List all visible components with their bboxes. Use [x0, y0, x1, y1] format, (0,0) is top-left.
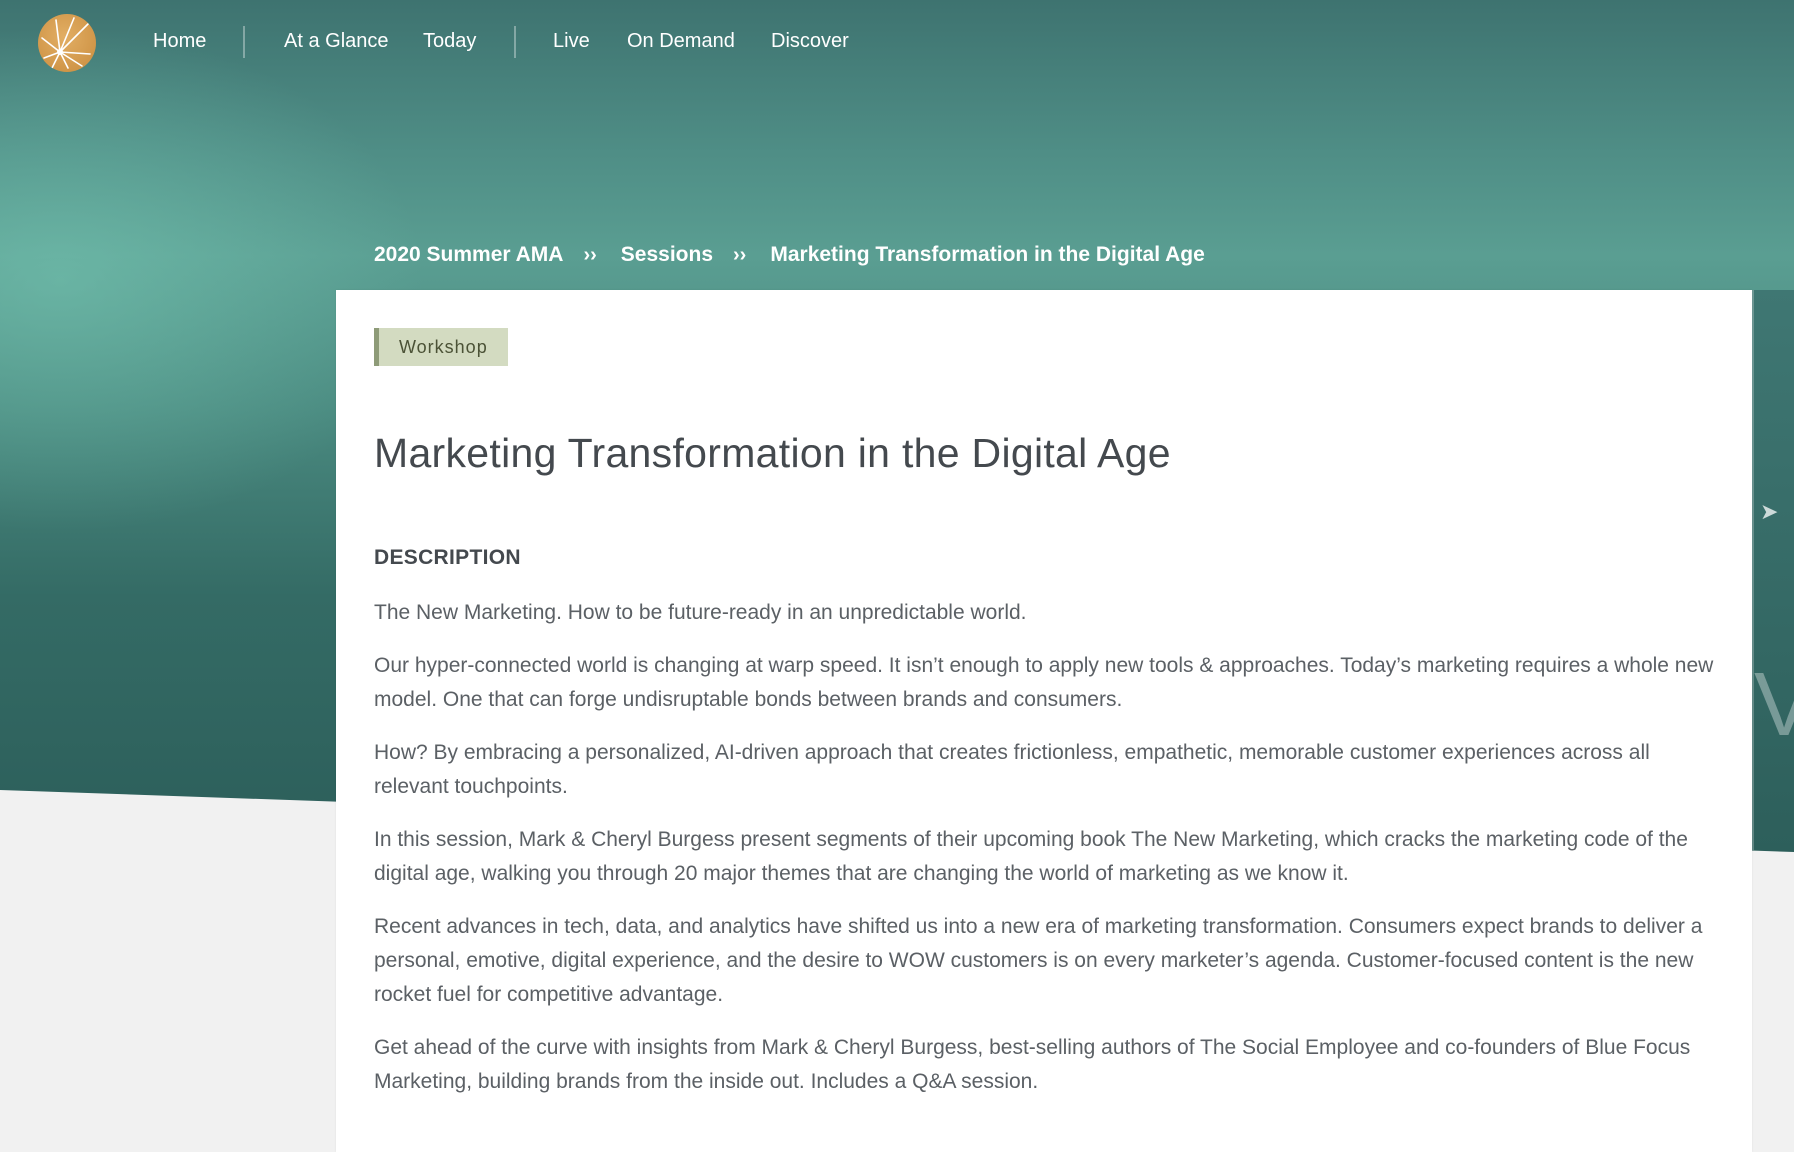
session-card: Workshop Marketing Transformation in the… — [336, 290, 1752, 1152]
nav-home[interactable]: Home — [153, 30, 206, 53]
breadcrumb: 2020 Summer AMA ›› Sessions ›› Marketing… — [374, 240, 1205, 270]
nav-today[interactable]: Today — [423, 30, 476, 53]
double-chevron-right-icon: ›› — [733, 243, 747, 266]
description-paragraph: Get ahead of the curve with insights fro… — [374, 1036, 1691, 1093]
session-title: Marketing Transformation in the Digital … — [374, 430, 1171, 476]
arrow-icon: ➤ — [1760, 500, 1779, 525]
session-description: The New Marketing. How to be future-read… — [374, 596, 1714, 1118]
nav-divider — [243, 26, 245, 58]
breadcrumb-current-session: Marketing Transformation in the Digital … — [770, 243, 1205, 266]
description-paragraph: Recent advances in tech, data, and analy… — [374, 915, 1703, 1006]
double-chevron-right-icon: ›› — [583, 243, 597, 266]
nav-divider — [514, 26, 516, 58]
nav-discover[interactable]: Discover — [771, 30, 849, 53]
nav-at-a-glance[interactable]: At a Glance — [284, 30, 389, 53]
breadcrumb-sessions[interactable]: Sessions — [621, 243, 713, 267]
session-type-badge: Workshop — [374, 328, 508, 366]
description-paragraph: In this session, Mark & Cheryl Burgess p… — [374, 828, 1688, 885]
breadcrumb-event[interactable]: 2020 Summer AMA — [374, 243, 563, 267]
nav-on-demand[interactable]: On Demand — [627, 30, 735, 53]
nav-live[interactable]: Live — [553, 30, 590, 53]
top-navigation: Home At a Glance Today Live On Demand Di… — [0, 0, 1794, 86]
description-paragraph: How? By embracing a personalized, AI-dri… — [374, 741, 1650, 798]
starburst-logo-icon[interactable] — [38, 14, 96, 72]
description-paragraph: The New Marketing. How to be future-read… — [374, 601, 1027, 624]
hero-side-decoration: ➤ V — [1752, 290, 1794, 850]
description-paragraph: Our hyper-connected world is changing at… — [374, 654, 1714, 711]
decorative-letter: V — [1754, 655, 1794, 755]
description-heading: DESCRIPTION — [374, 546, 521, 569]
